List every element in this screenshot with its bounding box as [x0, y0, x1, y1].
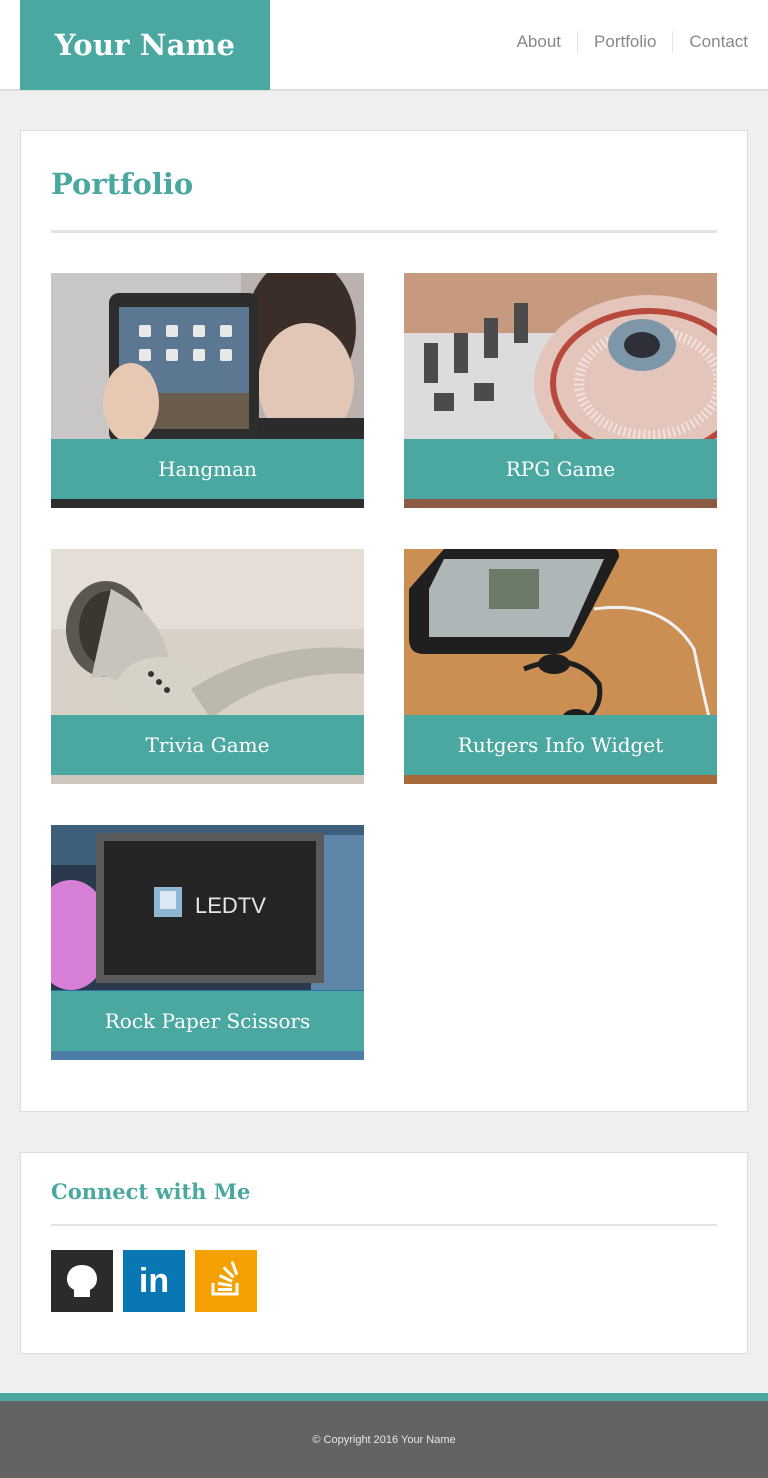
portfolio-section: Portfolio Hangman RPG Game Trivia Game R… — [20, 130, 748, 1112]
connect-divider — [51, 1224, 717, 1226]
nav-about[interactable]: About — [501, 31, 577, 53]
nav-contact[interactable]: Contact — [672, 31, 748, 53]
linkedin-link[interactable]: in — [123, 1250, 185, 1312]
project-title: Rock Paper Scissors — [51, 991, 364, 1051]
led-tv-logo-text: LEDTV — [195, 893, 266, 918]
stackoverflow-icon — [211, 1261, 239, 1296]
portfolio-divider — [51, 230, 717, 233]
project-tile-rock-paper-scissors[interactable]: LEDTV Rock Paper Scissors — [51, 825, 364, 1060]
copyright-text: © Copyright 2016 Your Name — [312, 1433, 456, 1446]
project-title: Trivia Game — [51, 715, 364, 775]
main-nav: About Portfolio Contact — [501, 30, 748, 54]
site-footer: © Copyright 2016 Your Name — [0, 1401, 768, 1478]
github-icon — [66, 1264, 98, 1297]
site-header: Your Name About Portfolio Contact — [0, 0, 768, 91]
project-tile-rutgers-info-widget[interactable]: Rutgers Info Widget — [404, 549, 717, 784]
portfolio-title: Portfolio — [51, 167, 194, 201]
project-title: RPG Game — [404, 439, 717, 499]
project-tile-trivia-game[interactable]: Trivia Game — [51, 549, 364, 784]
project-title: Rutgers Info Widget — [404, 715, 717, 775]
brand-logo[interactable]: Your Name — [20, 0, 270, 90]
project-tile-hangman[interactable]: Hangman — [51, 273, 364, 508]
stackoverflow-link[interactable] — [195, 1250, 257, 1312]
nav-portfolio[interactable]: Portfolio — [577, 31, 672, 53]
linkedin-icon: in — [138, 1262, 170, 1300]
project-title: Hangman — [51, 439, 364, 499]
footer-accent-bar — [0, 1393, 768, 1401]
connect-section: Connect with Me in — [20, 1152, 748, 1354]
connect-title: Connect with Me — [51, 1179, 251, 1204]
project-tile-rpg-game[interactable]: RPG Game — [404, 273, 717, 508]
github-link[interactable] — [51, 1250, 113, 1312]
